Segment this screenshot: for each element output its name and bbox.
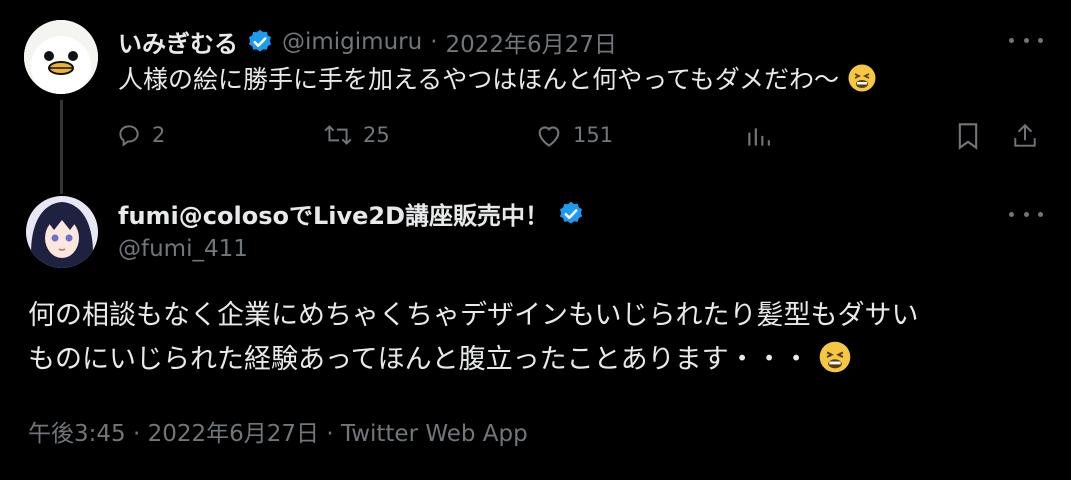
avatar-imigimuru[interactable] bbox=[24, 20, 98, 94]
reply-action[interactable]: 2 bbox=[116, 122, 165, 148]
verified-badge-icon bbox=[248, 29, 272, 52]
reply-icon bbox=[119, 125, 139, 147]
thread-connector-line bbox=[60, 100, 63, 194]
retweet-icon bbox=[324, 125, 352, 145]
tweet2-text-line2-wrap: ものにいじられた経験あってほんと腹立ったことあります・・・ bbox=[28, 338, 918, 382]
retweet-count: 25 bbox=[363, 123, 390, 147]
tweet1-text: 人様の絵に勝手に手を加えるやつはほんと何やってもダメだわ〜 bbox=[118, 62, 877, 98]
tweet2-display-name[interactable]: fumi@colosoでLive2D講座販売中！ bbox=[118, 196, 549, 231]
penguin-avatar-icon bbox=[24, 20, 98, 94]
tweet1-text-content: 人様の絵に勝手に手を加えるやつはほんと何やってもダメだわ〜 bbox=[118, 65, 840, 94]
tweet1-more-button[interactable] bbox=[1009, 30, 1043, 50]
bookmark-icon bbox=[958, 123, 978, 150]
heart-icon bbox=[538, 126, 560, 147]
tweet2-text-line1: 何の相談もなく企業にめちゃくちゃデザインもいじられたり髪型もダサい bbox=[28, 300, 919, 331]
more-dot bbox=[1009, 37, 1014, 43]
tweet1-date[interactable]: 2022年6月27日 bbox=[446, 25, 617, 59]
weary-face-emoji-icon bbox=[819, 341, 851, 373]
tweet1-header: いみぎむる @imigimuru · 2022年6月27日 bbox=[118, 24, 617, 59]
tweet2-handle[interactable]: @fumi_411 bbox=[118, 236, 248, 262]
share-icon bbox=[1014, 123, 1036, 147]
views-action[interactable] bbox=[745, 124, 771, 154]
more-dot bbox=[1023, 37, 1029, 43]
tweet2-header: fumi@colosoでLive2D講座販売中！ bbox=[118, 196, 585, 231]
anime-character-avatar-icon bbox=[26, 196, 98, 268]
tweet2-text-line2: ものにいじられた経験あってほんと腹立ったことあります・・・ bbox=[28, 344, 810, 375]
bookmark-action[interactable] bbox=[956, 122, 980, 154]
separator-dot: · bbox=[430, 28, 438, 55]
tweet1-handle[interactable]: @imigimuru bbox=[282, 29, 422, 55]
more-dot bbox=[1038, 211, 1043, 217]
share-action[interactable] bbox=[1012, 122, 1038, 154]
weary-face-emoji-icon bbox=[848, 64, 876, 92]
avatar-fumi[interactable] bbox=[26, 196, 98, 268]
like-count: 151 bbox=[573, 123, 614, 147]
more-dot bbox=[1009, 211, 1014, 217]
more-dot bbox=[1038, 37, 1043, 43]
more-dot bbox=[1023, 211, 1029, 217]
analytics-icon bbox=[748, 128, 770, 146]
retweet-action[interactable]: 25 bbox=[323, 122, 390, 148]
tweet2-text: 何の相談もなく企業にめちゃくちゃデザインもいじられたり髪型もダサい ものにいじら… bbox=[28, 294, 918, 382]
tweet1-display-name[interactable]: いみぎむる bbox=[118, 24, 238, 59]
like-action[interactable]: 151 bbox=[535, 122, 613, 148]
tweet2-timestamp[interactable]: 午後3:45 · 2022年6月27日 · Twitter Web App bbox=[28, 414, 528, 448]
reply-count: 2 bbox=[152, 123, 166, 147]
verified-badge-icon bbox=[559, 201, 583, 224]
tweet2-more-button[interactable] bbox=[1009, 204, 1043, 224]
